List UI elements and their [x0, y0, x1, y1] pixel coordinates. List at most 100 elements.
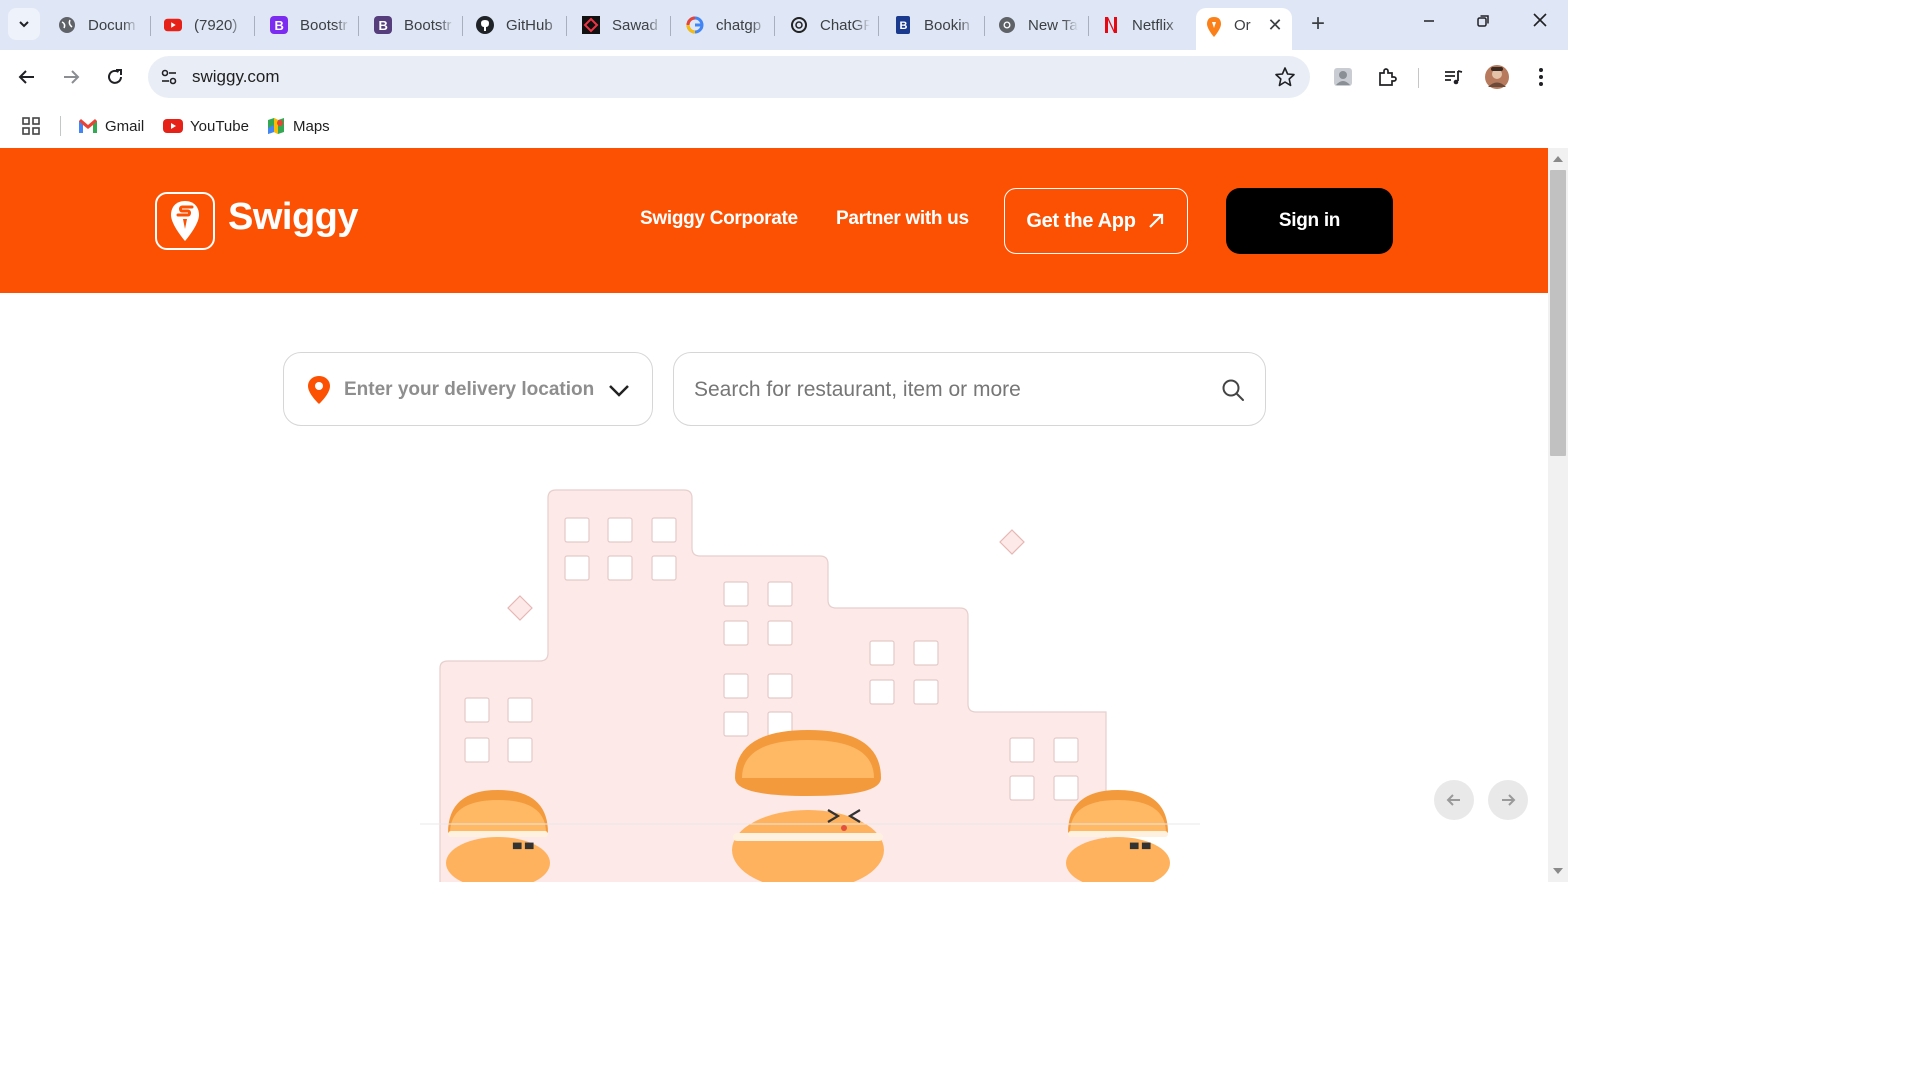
brand-name[interactable]: Swiggy — [228, 196, 359, 239]
toolbar-divider — [1418, 68, 1419, 88]
minimize-icon — [1424, 20, 1434, 22]
browser-tab[interactable]: B Bootstr — [270, 8, 350, 42]
tab-title: Docum — [88, 16, 136, 34]
close-window-button[interactable] — [1525, 10, 1555, 38]
browser-tab[interactable]: New Ta — [998, 8, 1078, 42]
tab-title: Bootstr — [300, 16, 348, 34]
tab-title: Sawad — [612, 16, 658, 34]
media-controls-icon[interactable] — [1440, 64, 1466, 90]
reload-button[interactable] — [102, 64, 128, 90]
page-scrollbar[interactable] — [1548, 148, 1568, 882]
extensions-icon[interactable] — [1374, 64, 1400, 90]
tab-divider — [878, 16, 879, 36]
hero-illustration: ▀ ▀ ▀ ▀ — [420, 489, 1200, 882]
svg-text:B: B — [275, 18, 284, 33]
svg-text:▀ ▀: ▀ ▀ — [1129, 842, 1151, 856]
nav-swiggy-corporate-link[interactable]: Swiggy Corporate — [640, 208, 798, 230]
apps-grid-button[interactable] — [20, 112, 42, 140]
restore-button[interactable] — [1468, 10, 1498, 38]
tab-title: Netflix — [1132, 16, 1174, 34]
bookmark-star-icon[interactable] — [1274, 66, 1296, 88]
arrow-left-icon — [1446, 794, 1460, 806]
browser-tab[interactable]: B Bookin — [894, 8, 974, 42]
browser-tab[interactable]: chatgp — [686, 8, 766, 42]
apps-grid-icon — [22, 117, 40, 135]
tab-title: GitHub — [506, 16, 553, 34]
browser-tab-strip: Docum (7920) B Bootstr B Bootstr GitHub … — [0, 0, 1568, 50]
browser-tab[interactable]: Docum — [58, 8, 138, 42]
bookmark-maps[interactable]: Maps — [266, 112, 330, 140]
bookmark-youtube[interactable]: YouTube — [163, 112, 249, 140]
tab-divider — [984, 16, 985, 36]
browser-tab[interactable]: B Bootstr — [374, 8, 454, 42]
get-the-app-label: Get the App — [1026, 209, 1136, 232]
scroll-down-icon[interactable] — [1553, 868, 1563, 874]
booking-icon: B — [894, 16, 912, 34]
burger-character-left: ▀ ▀ — [446, 790, 550, 882]
svg-text:▀ ▀: ▀ ▀ — [512, 842, 534, 856]
scroll-up-icon[interactable] — [1553, 156, 1563, 162]
carousel-prev-button[interactable] — [1434, 780, 1474, 820]
sawad-icon — [582, 16, 600, 34]
chrome-icon — [998, 16, 1016, 34]
site-header: Swiggy Swiggy Corporate Partner with us … — [0, 148, 1548, 293]
tab-divider — [670, 16, 671, 36]
tab-divider — [358, 16, 359, 36]
active-browser-tab[interactable]: Or ✕ — [1196, 8, 1292, 50]
arrow-up-right-icon — [1148, 213, 1163, 228]
sign-in-button[interactable]: Sign in — [1226, 188, 1393, 254]
search-bar[interactable] — [673, 352, 1266, 426]
delivery-location-dropdown[interactable] — [283, 352, 653, 426]
url-text[interactable]: swiggy.com — [192, 67, 280, 87]
close-icon — [1533, 13, 1547, 27]
swiggy-logo-icon[interactable] — [155, 192, 215, 250]
bookmark-label: Maps — [293, 117, 330, 135]
tab-title: ChatGF — [820, 16, 870, 34]
tab-search-button[interactable] — [8, 8, 40, 40]
tab-title: Bookin — [924, 16, 970, 34]
minimize-button[interactable] — [1414, 10, 1444, 38]
delivery-location-input[interactable] — [344, 375, 594, 405]
tab-divider — [254, 16, 255, 36]
swiggy-icon — [1206, 16, 1222, 43]
tab-divider — [462, 16, 463, 36]
new-tab-button[interactable]: + — [1306, 12, 1330, 36]
maps-icon — [266, 116, 286, 136]
browser-toolbar: swiggy.com — [0, 50, 1568, 104]
tab-title: New Ta — [1028, 16, 1078, 34]
reload-icon — [108, 69, 122, 84]
netflix-icon — [1102, 16, 1120, 34]
bootstrap-icon: B — [270, 16, 288, 34]
search-input[interactable] — [694, 374, 1194, 406]
menu-kebab-icon[interactable] — [1528, 64, 1554, 90]
back-button[interactable] — [14, 64, 40, 90]
scrollbar-thumb[interactable] — [1550, 170, 1566, 456]
restore-icon — [1477, 15, 1489, 27]
arrow-right-icon — [1502, 794, 1516, 806]
svg-text:B: B — [900, 20, 908, 32]
browser-tab[interactable]: Sawad — [582, 8, 662, 42]
tab-title: chatgp — [716, 16, 762, 34]
avatar[interactable] — [1484, 64, 1510, 90]
nav-partner-link[interactable]: Partner with us — [836, 208, 969, 230]
browser-tab[interactable]: (7920) — [164, 8, 244, 42]
browser-tab[interactable]: ChatGF — [790, 8, 870, 42]
tab-divider — [150, 16, 151, 36]
profile-extension-icon[interactable] — [1330, 64, 1356, 90]
carousel-next-button[interactable] — [1488, 780, 1528, 820]
bookmark-label: Gmail — [105, 117, 145, 135]
chevron-down-icon[interactable] — [606, 377, 632, 403]
tab-title: (7920) — [194, 16, 238, 34]
arrow-right-icon — [64, 70, 80, 84]
address-bar[interactable]: swiggy.com — [148, 56, 1310, 98]
tab-divider — [774, 16, 775, 36]
bookmark-gmail[interactable]: Gmail — [78, 112, 144, 140]
bookmarks-bar: Gmail YouTube Maps — [0, 104, 1568, 148]
browser-tab[interactable]: GitHub — [476, 8, 562, 42]
get-the-app-button[interactable]: Get the App — [1004, 188, 1188, 254]
browser-tab[interactable]: Netflix — [1102, 8, 1182, 42]
site-settings-icon[interactable] — [158, 66, 180, 88]
search-icon[interactable] — [1220, 377, 1246, 403]
forward-button[interactable] — [58, 64, 84, 90]
close-tab-icon[interactable]: ✕ — [1264, 14, 1286, 36]
